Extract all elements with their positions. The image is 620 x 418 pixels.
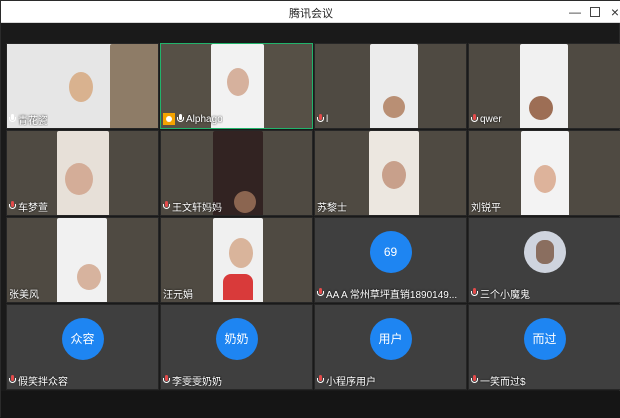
- participant-name: 苏黎士: [317, 202, 347, 214]
- participant-tile[interactable]: 汪元娟: [160, 217, 313, 303]
- speaker-icon: [163, 113, 175, 125]
- participant-name: 一笑而过$: [480, 376, 526, 388]
- microphone-muted-icon: [471, 288, 478, 298]
- participant-label: 三个小魔鬼: [471, 286, 530, 300]
- participant-avatar: 69: [369, 230, 412, 273]
- video-person: [383, 96, 405, 118]
- video-person: [65, 163, 93, 195]
- microphone-muted-icon: [163, 375, 170, 385]
- microphone-muted-icon: [317, 375, 324, 385]
- participant-name: 假笑拌众容: [18, 376, 68, 388]
- participant-name: 王文轩妈妈: [172, 202, 222, 214]
- video-background: [57, 218, 107, 302]
- microphone-icon: [9, 114, 16, 124]
- participant-tile[interactable]: 王文轩妈妈: [160, 130, 313, 216]
- participant-name: qwer: [480, 113, 502, 125]
- participant-label: 小程序用户: [317, 373, 376, 387]
- participant-name: 车梦萱: [18, 202, 48, 214]
- video-person: [227, 68, 249, 96]
- participant-tile[interactable]: 苏黎士: [314, 130, 467, 216]
- microphone-muted-icon: [471, 114, 478, 124]
- participant-label: 张美风: [9, 286, 39, 301]
- participant-tile[interactable]: 刘锐平: [468, 130, 620, 216]
- microphone-muted-icon: [317, 288, 324, 298]
- video-person: [382, 161, 406, 189]
- participant-avatar-photo: [523, 230, 566, 273]
- microphone-icon: [177, 114, 184, 124]
- video-clothing: [223, 274, 253, 300]
- participant-grid: 青花瓷 Alphago l qwer 车梦萱 王文轩妈妈 苏黎士 刘锐平 张美风…: [6, 43, 620, 390]
- maximize-button[interactable]: [585, 3, 605, 21]
- close-button[interactable]: ×: [605, 3, 620, 21]
- participant-avatar: 奶奶: [215, 317, 258, 360]
- participant-name: l: [326, 113, 329, 125]
- participant-tile[interactable]: 车梦萱: [6, 130, 159, 216]
- participant-tile[interactable]: 众容 假笑拌众容: [6, 304, 159, 390]
- participant-avatar: 而过: [523, 317, 566, 360]
- microphone-muted-icon: [471, 375, 478, 385]
- microphone-muted-icon: [9, 375, 16, 385]
- avatar-photo-people: [535, 239, 554, 264]
- participant-tile[interactable]: l: [314, 43, 467, 129]
- participant-tile[interactable]: 而过 一笑而过$: [468, 304, 620, 390]
- participant-name: 三个小魔鬼: [480, 289, 530, 301]
- window-title: 腾讯会议: [289, 8, 333, 20]
- video-background: [110, 44, 158, 128]
- participant-name: AA A 常州草坪直销1890149...: [326, 289, 458, 301]
- participant-label: 车梦萱: [9, 199, 48, 213]
- video-person: [529, 96, 553, 120]
- participant-label: 刘锐平: [471, 199, 501, 214]
- participant-tile[interactable]: qwer: [468, 43, 620, 129]
- participant-tile[interactable]: 69 AA A 常州草坪直销1890149...: [314, 217, 467, 303]
- participant-name: 张美风: [9, 289, 39, 301]
- participant-label: 假笑拌众容: [9, 373, 68, 387]
- participant-tile-active[interactable]: Alphago: [160, 43, 313, 129]
- participant-label: 一笑而过$: [471, 373, 526, 387]
- microphone-muted-icon: [163, 201, 170, 211]
- maximize-icon: [590, 7, 600, 17]
- participant-avatar: 用户: [369, 317, 412, 360]
- participant-tile[interactable]: 张美风: [6, 217, 159, 303]
- participant-name: 刘锐平: [471, 202, 501, 214]
- video-person: [77, 264, 101, 290]
- participant-name: 汪元娟: [163, 289, 193, 301]
- participant-tile[interactable]: 奶奶 李雯雯奶奶: [160, 304, 313, 390]
- participant-label: 苏黎士: [317, 199, 347, 214]
- participant-label: AA A 常州草坪直销1890149...: [317, 286, 457, 300]
- participant-label: 王文轩妈妈: [163, 199, 222, 213]
- microphone-muted-icon: [9, 201, 16, 211]
- minimize-button[interactable]: —: [565, 3, 585, 21]
- participant-name: 小程序用户: [326, 376, 376, 388]
- participant-tile[interactable]: 青花瓷: [6, 43, 159, 129]
- participant-tile[interactable]: 用户 小程序用户: [314, 304, 467, 390]
- participant-label: Alphago: [163, 112, 223, 126]
- participant-label: l: [317, 112, 328, 126]
- meeting-window: 腾讯会议 — × 青花瓷 Alphago l qwer 车梦萱 王文轩妈妈 苏黎…: [0, 0, 620, 418]
- participant-tile[interactable]: 三个小魔鬼: [468, 217, 620, 303]
- participant-name: 李雯雯奶奶: [172, 376, 222, 388]
- participant-label: 青花瓷: [9, 112, 48, 126]
- participant-label: qwer: [471, 112, 502, 126]
- participant-label: 李雯雯奶奶: [163, 373, 222, 387]
- participant-label: 汪元娟: [163, 286, 193, 301]
- title-bar: 腾讯会议 — ×: [1, 1, 620, 23]
- participant-name: Alphago: [186, 113, 223, 125]
- microphone-muted-icon: [317, 114, 324, 124]
- video-person: [229, 238, 253, 268]
- participant-avatar: 众容: [61, 317, 104, 360]
- video-person: [69, 72, 93, 102]
- video-person: [534, 165, 556, 193]
- video-person: [234, 191, 256, 213]
- participant-name: 青花瓷: [18, 115, 48, 127]
- bottom-toolbar: [1, 391, 620, 418]
